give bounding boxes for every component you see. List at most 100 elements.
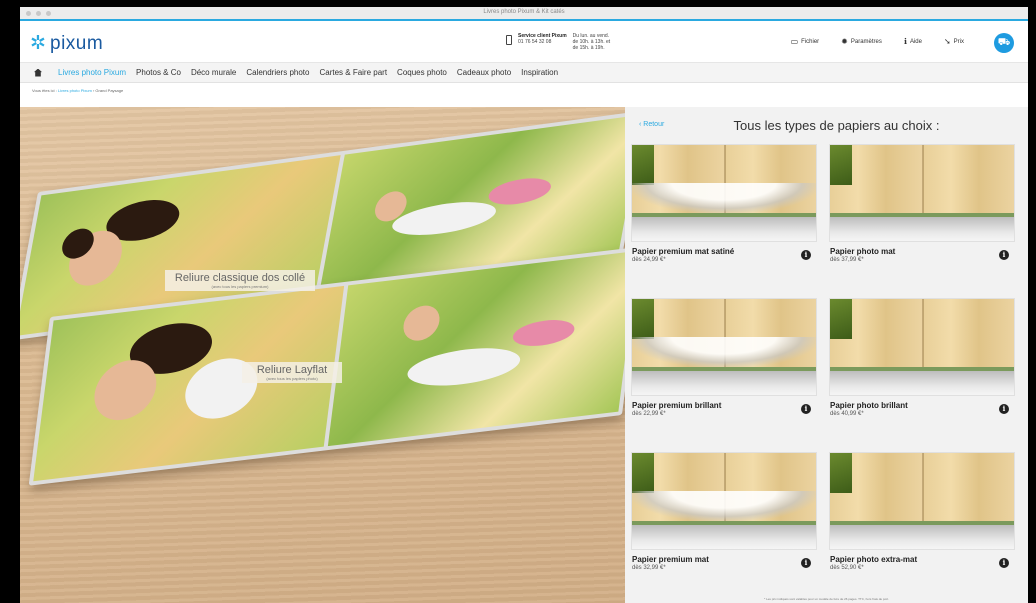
cart-button[interactable]: ⛟ — [994, 33, 1014, 53]
file-menu-label: Fichier — [801, 38, 820, 45]
paper-thumbnail — [631, 452, 817, 550]
nav-item-phone-cases[interactable]: Coques photo — [397, 68, 447, 77]
book-shadow — [632, 217, 816, 241]
paper-card[interactable]: Papier photo mat dès 37,99 €* i — [829, 144, 1015, 298]
photo-figure — [511, 316, 576, 350]
paper-types-panel: ‹ Retour Tous les types de papiers au ch… — [625, 107, 1028, 603]
leaf-graphic — [632, 145, 654, 185]
book-page — [923, 299, 1014, 367]
book-spine — [922, 145, 924, 213]
paper-thumbnail — [829, 298, 1015, 396]
breadcrumb-link[interactable]: Livres photo Pixum — [58, 88, 92, 93]
service-hours-line: de 15h. à 19h. — [572, 45, 605, 51]
file-menu-button[interactable]: ▭ Fichier — [791, 37, 820, 46]
nav-item-inspiration[interactable]: Inspiration — [521, 68, 558, 77]
help-button[interactable]: ℹ Aide — [904, 37, 922, 46]
breadcrumb-current: Grand Paysage — [95, 88, 124, 93]
book-shadow — [632, 371, 816, 395]
paper-card[interactable]: Papier photo extra-mat dès 52,90 €* i — [829, 452, 1015, 603]
book-spread-right — [327, 250, 625, 447]
info-icon[interactable]: i — [999, 404, 1009, 414]
page-fold — [632, 337, 816, 367]
info-icon[interactable]: i — [999, 250, 1009, 260]
paper-price: dès 32,99 €* — [632, 565, 666, 571]
settings-label: Paramètres — [850, 38, 882, 45]
leaf-graphic — [830, 299, 852, 339]
price-label: Prix — [953, 38, 964, 45]
hero-image: Reliure classique dos collé (avec tous l… — [20, 107, 625, 603]
price-footnote: * Les prix indiqués sont valables pour u… — [764, 597, 889, 601]
paper-grid: Papier premium mat satiné dès 24,99 €* i… — [631, 144, 1021, 603]
phone-icon — [506, 35, 512, 45]
info-icon[interactable]: i — [801, 250, 811, 260]
book-page — [923, 145, 1014, 213]
paper-thumbnail — [829, 144, 1015, 242]
paper-name: Papier premium mat — [632, 555, 709, 564]
settings-button[interactable]: ✹ Paramètres — [841, 37, 882, 46]
service-hours: Du lun. au vend. de 10h. à 13h. et de 15… — [573, 33, 611, 51]
header-tools: ▭ Fichier ✹ Paramètres ℹ Aide ➘ Prix — [791, 37, 964, 46]
page-fold — [632, 183, 816, 213]
app-window: Livres photo Pixum & Kit catés pixum Ser… — [20, 7, 1028, 603]
paper-thumbnail — [631, 298, 817, 396]
leaf-graphic — [632, 453, 654, 493]
pixum-logo-icon — [30, 32, 47, 54]
book-spread-left — [33, 285, 345, 482]
info-icon: ℹ — [903, 37, 907, 46]
binding-caption-layflat: Reliure Layflat (avec tous les papiers p… — [242, 362, 342, 383]
book-shadow — [632, 525, 816, 549]
leaf-graphic — [830, 145, 852, 185]
nav-item-photos[interactable]: Photos & Co — [136, 68, 181, 77]
paper-price: dès 22,99 €* — [632, 411, 666, 417]
price-button[interactable]: ➘ Prix — [944, 37, 964, 46]
info-icon[interactable]: i — [801, 558, 811, 568]
page-fold — [632, 491, 816, 521]
caption-subtitle: (avec tous les papiers premium) — [211, 284, 269, 289]
book-spine — [922, 299, 924, 367]
breadcrumb-root: Vous êtes ici : — [32, 88, 57, 93]
paper-price: dès 52,90 €* — [830, 565, 864, 571]
photo-figure — [90, 356, 160, 424]
book-spine — [922, 453, 924, 521]
service-contact: Service client Pixum 01 76 54 32 08 — [518, 33, 567, 45]
photo-figure — [486, 174, 554, 209]
nav-item-cards[interactable]: Cartes & Faire part — [319, 68, 387, 77]
paper-name: Papier photo extra-mat — [830, 555, 918, 564]
tag-icon: ➘ — [943, 37, 951, 46]
paper-card[interactable]: Papier premium mat dès 32,99 €* i — [631, 452, 817, 603]
book-shadow — [830, 371, 1014, 395]
leaf-graphic — [830, 453, 852, 493]
info-icon[interactable]: i — [999, 558, 1009, 568]
nav-item-wall-decor[interactable]: Déco murale — [191, 68, 236, 77]
window-title: Livres photo Pixum & Kit catés — [483, 9, 565, 15]
paper-card[interactable]: Papier premium brillant dès 22,99 €* i — [631, 298, 817, 452]
home-icon[interactable] — [34, 68, 42, 77]
photo-figure — [405, 342, 523, 391]
paper-price: dès 40,99 €* — [830, 411, 864, 417]
paper-card[interactable]: Papier premium mat satiné dès 24,99 €* i — [631, 144, 817, 298]
pixum-logo[interactable]: pixum — [30, 32, 104, 55]
paper-price: dès 24,99 €* — [632, 257, 666, 263]
help-label: Aide — [909, 38, 922, 45]
nav-item-calendars[interactable]: Calendriers photo — [246, 68, 309, 77]
paper-thumbnail — [829, 452, 1015, 550]
brand-name: pixum — [50, 33, 104, 54]
binding-caption-classic: Reliure classique dos collé (avec tous l… — [165, 270, 315, 291]
paper-name: Papier photo brillant — [830, 401, 908, 410]
main-nav: Livres photo Pixum Photos & Co Déco mura… — [20, 63, 1028, 83]
book-page — [923, 453, 1014, 521]
cart-icon: ⛟ — [997, 37, 1011, 48]
customer-service: Service client Pixum 01 76 54 32 08 Du l… — [506, 33, 610, 51]
book-shadow — [830, 525, 1014, 549]
nav-item-photo-books[interactable]: Livres photo Pixum — [58, 68, 126, 77]
panel-title: Tous les types de papiers au choix : — [733, 118, 940, 133]
folder-icon: ▭ — [790, 37, 799, 46]
nav-item-gifts[interactable]: Cadeaux photo — [457, 68, 511, 77]
paper-card[interactable]: Papier photo brillant dès 40,99 €* i — [829, 298, 1015, 452]
caption-title: Reliure classique dos collé — [174, 272, 306, 284]
breadcrumb: Vous êtes ici : Livres photo Pixum › Gra… — [20, 83, 1028, 98]
info-icon[interactable]: i — [801, 404, 811, 414]
header: pixum Service client Pixum 01 76 54 32 0… — [20, 21, 1028, 63]
service-phone: 01 76 54 32 08 — [518, 39, 552, 45]
photo-figure — [401, 303, 442, 343]
